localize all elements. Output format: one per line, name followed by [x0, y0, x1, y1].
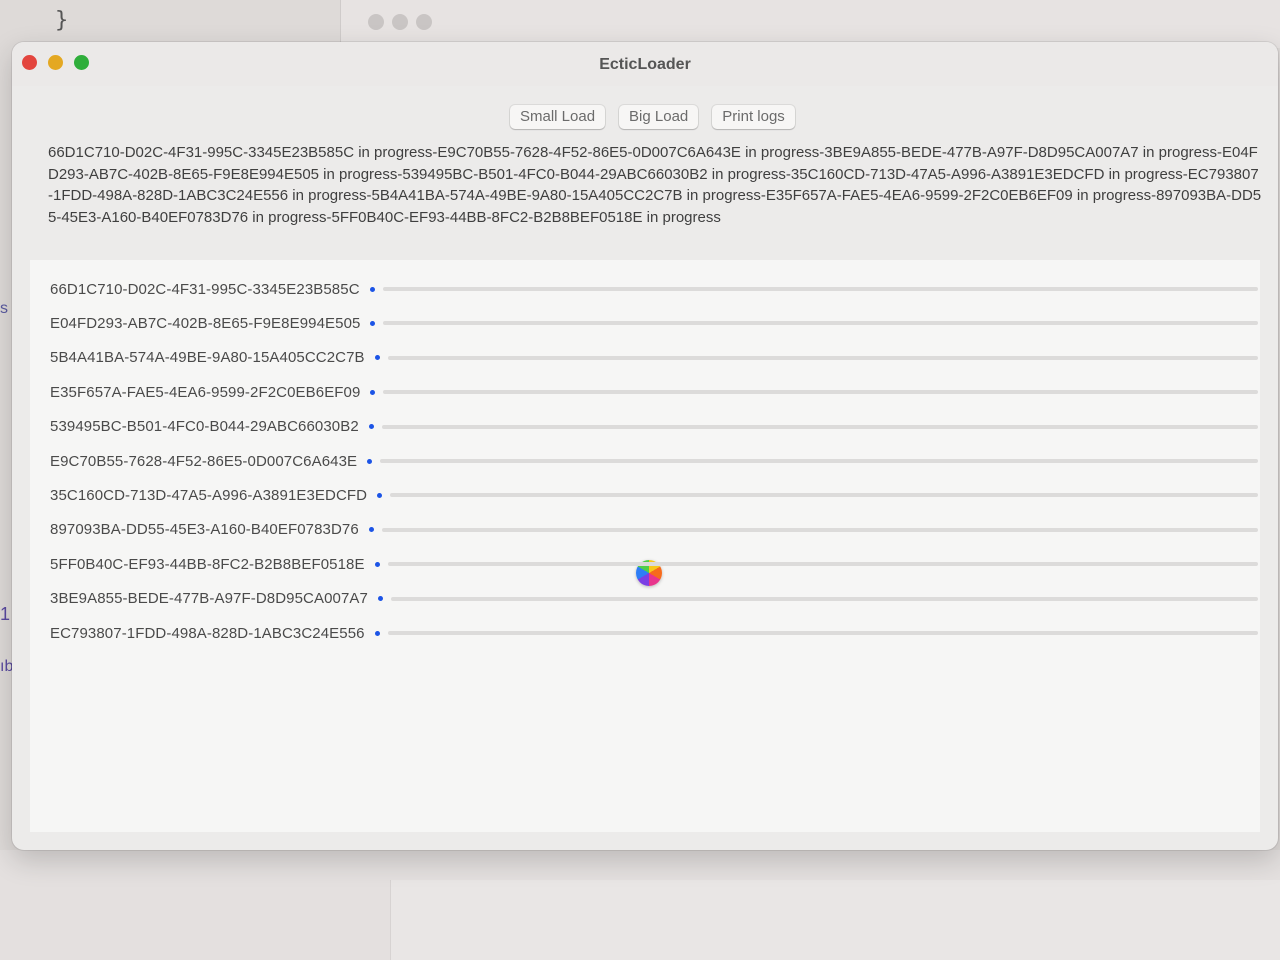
progress-bar	[387, 355, 1258, 360]
item-id-label: 897093BA-DD55-45E3-A160-B40EF0783D76	[50, 521, 359, 539]
toolbar: Small Load Big Load Print logs	[510, 105, 795, 129]
app-window: EcticLoader Small Load Big Load Print lo…	[12, 42, 1278, 850]
item-id-label: EC793807-1FDD-498A-828D-1ABC3C24E556	[50, 624, 365, 642]
list-item[interactable]: 897093BA-DD55-45E3-A160-B40EF0783D76	[50, 513, 1258, 547]
list-item[interactable]: 3BE9A855-BEDE-477B-A97F-D8D95CA007A7	[50, 582, 1258, 616]
list-item[interactable]: 5B4A41BA-574A-49BE-9A80-15A405CC2C7B	[50, 341, 1258, 375]
title-bar[interactable]: EcticLoader	[12, 42, 1278, 86]
list-item[interactable]: 539495BC-B501-4FC0-B044-29ABC66030B2	[50, 410, 1258, 444]
progress-bar	[380, 459, 1258, 463]
progress-bar	[387, 562, 1258, 567]
progress-bar	[381, 424, 1258, 429]
progress-dot-icon	[368, 527, 374, 533]
background-edge-text: s	[0, 300, 8, 317]
item-id-label: 5FF0B40C-EF93-44BB-8FC2-B2B8BEF0518E	[50, 555, 365, 573]
item-id-label: E04FD293-AB7C-402B-8E65-F9E8E994E505	[50, 314, 361, 332]
progress-bar	[383, 321, 1258, 326]
small-load-button[interactable]: Small Load	[510, 105, 606, 129]
print-logs-button[interactable]: Print logs	[712, 105, 795, 129]
background-code-brace: }	[55, 8, 69, 33]
list-item[interactable]: E04FD293-AB7C-402B-8E65-F9E8E994E505	[50, 306, 1258, 340]
item-id-label: 35C160CD-713D-47A5-A996-A3891E3EDCFD	[50, 486, 368, 504]
download-list[interactable]: 66D1C710-D02C-4F31-995C-3345E23B585C E04F…	[30, 260, 1260, 832]
progress-bar	[390, 493, 1258, 498]
item-id-label: 66D1C710-D02C-4F31-995C-3345E23B585C	[50, 280, 360, 298]
progress-dot-icon	[374, 355, 380, 361]
progress-bar	[383, 390, 1258, 395]
list-item[interactable]: E35F657A-FAE5-4EA6-9599-2F2C0EB6EF09	[50, 375, 1258, 409]
background-window	[340, 0, 1280, 48]
background-edge-text: 1	[0, 604, 11, 624]
progress-dot-icon	[374, 561, 380, 567]
progress-bar	[387, 631, 1258, 635]
progress-dot-icon	[368, 424, 374, 430]
progress-dot-icon	[377, 492, 383, 498]
progress-bar	[382, 287, 1258, 291]
progress-dot-icon	[367, 458, 373, 464]
list-item[interactable]: 35C160CD-713D-47A5-A996-A3891E3EDCFD	[50, 478, 1258, 512]
big-load-button[interactable]: Big Load	[619, 105, 699, 129]
background-panel	[390, 880, 1280, 960]
progress-bar	[381, 527, 1258, 532]
progress-dot-icon	[374, 630, 380, 636]
progress-dot-icon	[370, 320, 376, 326]
background-window-controls	[368, 14, 432, 30]
list-item[interactable]: E9C70B55-7628-4F52-86E5-0D007C6A643E	[50, 444, 1258, 478]
item-id-label: 539495BC-B501-4FC0-B044-29ABC66030B2	[50, 418, 359, 436]
item-id-label: 3BE9A855-BEDE-477B-A97F-D8D95CA007A7	[50, 590, 368, 608]
progress-dot-icon	[377, 596, 383, 602]
progress-log-text: 66D1C710-D02C-4F31-995C-3345E23B585C in …	[48, 144, 1262, 226]
list-item[interactable]: 5FF0B40C-EF93-44BB-8FC2-B2B8BEF0518E	[50, 547, 1258, 581]
item-id-label: 5B4A41BA-574A-49BE-9A80-15A405CC2C7B	[50, 349, 365, 367]
list-item[interactable]: EC793807-1FDD-498A-828D-1ABC3C24E556	[50, 616, 1258, 650]
progress-dot-icon	[369, 286, 375, 292]
window-title: EcticLoader	[599, 56, 691, 73]
list-item[interactable]: 66D1C710-D02C-4F31-995C-3345E23B585C	[50, 272, 1258, 306]
item-id-label: E35F657A-FAE5-4EA6-9599-2F2C0EB6EF09	[50, 383, 361, 401]
progress-dot-icon	[370, 389, 376, 395]
item-id-label: E9C70B55-7628-4F52-86E5-0D007C6A643E	[50, 452, 358, 470]
progress-bar	[390, 596, 1258, 601]
